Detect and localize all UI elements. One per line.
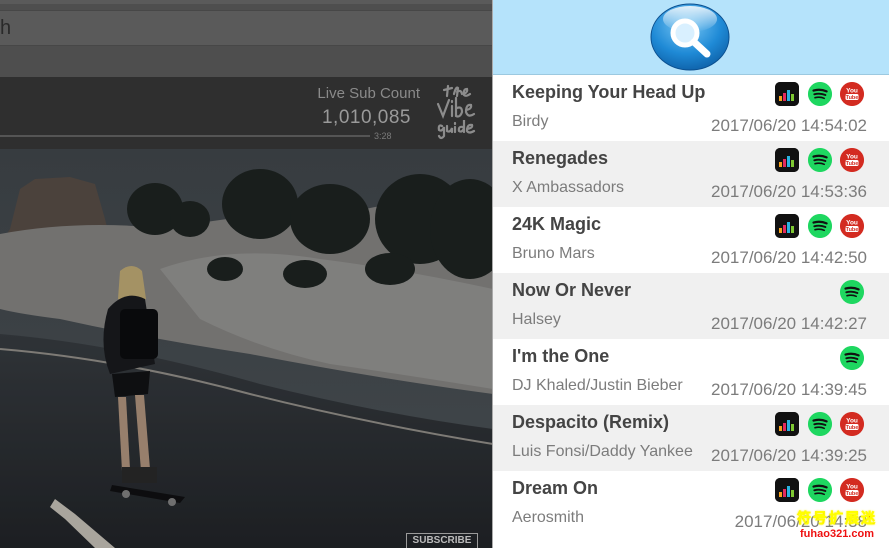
svg-text:Tube: Tube	[846, 161, 859, 167]
sub-count-title: Live Sub Count	[317, 85, 420, 102]
youtube-icon[interactable]: YouTube	[840, 82, 864, 106]
channel-logo	[436, 84, 476, 140]
svg-text:You: You	[846, 154, 858, 161]
deezer-icon[interactable]	[775, 412, 799, 436]
sub-count-time: 3:28	[374, 131, 392, 141]
song-row[interactable]: I'm the One DJ Khaled/Justin Bieber 2017/0…	[493, 339, 889, 405]
song-artist: Halsey	[512, 311, 561, 328]
svg-text:You: You	[846, 484, 858, 491]
song-row[interactable]: Despacito (Remix) Luis Fonsi/Daddy Yankee…	[493, 405, 889, 471]
panel-header	[493, 0, 889, 75]
spotify-icon[interactable]	[808, 478, 832, 502]
browser-search-field[interactable]	[0, 10, 493, 46]
song-row[interactable]: Now Or Never Halsey 2017/06/20 14:42:27	[493, 273, 889, 339]
song-artist: Birdy	[512, 113, 549, 130]
song-list[interactable]: Keeping Your Head Up Birdy 2017/06/20 14:5…	[493, 75, 889, 548]
browser-toolbar: h	[0, 0, 493, 77]
song-title: Renegades	[512, 148, 609, 168]
subscribe-button[interactable]: SUBSCRIBE	[406, 533, 478, 548]
sub-count-value: 1,010,085	[321, 107, 411, 128]
svg-text:Tube: Tube	[846, 425, 859, 431]
spotify-icon[interactable]	[808, 214, 832, 238]
svg-text:Tube: Tube	[846, 491, 859, 497]
deezer-icon[interactable]	[775, 478, 799, 502]
song-artist: Aerosmith	[512, 509, 585, 526]
song-artist: X Ambassadors	[512, 179, 625, 196]
youtube-icon[interactable]: YouTube	[840, 412, 864, 436]
site-watermark: 符号扩展迷 fuhao321.com	[797, 508, 877, 540]
svg-text:You: You	[846, 418, 858, 425]
spotify-icon[interactable]	[808, 148, 832, 172]
youtube-icon[interactable]: YouTube	[840, 478, 864, 502]
song-title: Despacito (Remix)	[512, 412, 670, 432]
spotify-icon[interactable]	[808, 82, 832, 106]
youtube-icon[interactable]: YouTube	[840, 148, 864, 172]
song-timestamp: 2017/06/20 14:53:36	[711, 182, 867, 201]
song-row[interactable]: Keeping Your Head Up Birdy 2017/06/20 14:5…	[493, 75, 889, 141]
sub-count-progress	[0, 135, 370, 137]
song-title: Now Or Never	[512, 280, 632, 300]
song-artist: DJ Khaled/Justin Bieber	[512, 377, 683, 394]
svg-text:You: You	[846, 88, 858, 95]
deezer-icon[interactable]	[775, 148, 799, 172]
svg-text:Tube: Tube	[846, 95, 859, 101]
song-title: 24K Magic	[512, 214, 602, 234]
song-timestamp: 2017/06/20 14:42:27	[711, 314, 867, 333]
svg-text:Tube: Tube	[846, 227, 859, 233]
watermark-url: fuhao321.com	[800, 528, 874, 540]
song-row[interactable]: Renegades X Ambassadors 2017/06/20 14:53:3…	[493, 141, 889, 207]
svg-text:You: You	[846, 220, 858, 227]
song-title: I'm the One	[512, 346, 610, 366]
video-frame[interactable]	[0, 149, 493, 548]
song-row[interactable]: 24K Magic Bruno Mars 2017/06/20 14:42:50 Yo…	[493, 207, 889, 273]
song-title: Keeping Your Head Up	[512, 82, 706, 102]
background-browser: h Live Sub Count 1,010,085 3:28 SUBSCRIB…	[0, 0, 493, 548]
sub-count-banner: Live Sub Count 1,010,085 3:28	[0, 77, 493, 149]
song-artist: Bruno Mars	[512, 245, 595, 262]
song-timestamp: 2017/06/20 14:39:25	[711, 446, 867, 465]
song-title: Dream On	[512, 478, 599, 498]
deezer-icon[interactable]	[775, 82, 799, 106]
toolbar-divider	[0, 0, 493, 4]
watermark-title: 符号扩展迷	[797, 510, 877, 527]
deezer-icon[interactable]	[775, 214, 799, 238]
song-timestamp: 2017/06/20 14:42:50	[711, 248, 867, 267]
song-timestamp: 2017/06/20 14:54:02	[711, 116, 867, 135]
browser-search-text: h	[0, 17, 12, 39]
search-icon[interactable]	[650, 3, 730, 71]
spotify-icon[interactable]	[840, 280, 864, 304]
song-artist: Luis Fonsi/Daddy Yankee	[512, 443, 693, 460]
spotify-icon[interactable]	[808, 412, 832, 436]
song-timestamp: 2017/06/20 14:39:45	[711, 380, 867, 399]
screen: h Live Sub Count 1,010,085 3:28 SUBSCRIB…	[0, 0, 889, 548]
youtube-icon[interactable]: YouTube	[840, 214, 864, 238]
song-history-panel: Keeping Your Head Up Birdy 2017/06/20 14:5…	[493, 0, 889, 548]
spotify-icon[interactable]	[840, 346, 864, 370]
